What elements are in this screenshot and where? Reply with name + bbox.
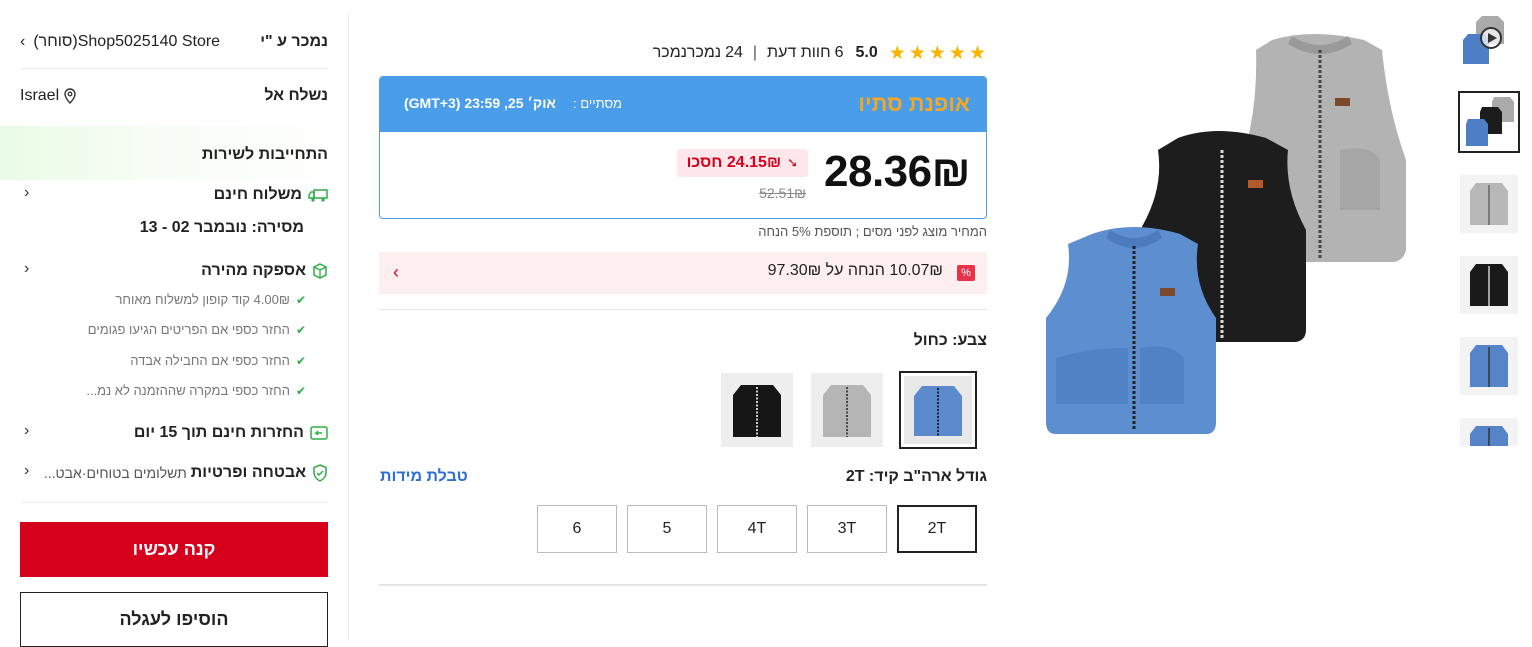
shield-icon — [312, 464, 328, 482]
ship-to-row[interactable]: נשלח אל Israel — [20, 85, 328, 107]
perk-text: החזר כספי אם החבילה אבדה — [130, 353, 290, 368]
blue-vest-swatch-icon — [904, 376, 972, 444]
fast-delivery-row[interactable]: אספקה מהירה — [201, 262, 328, 280]
location-pin-icon — [63, 88, 77, 104]
gray-vest-image — [1470, 183, 1508, 225]
current-price: 28.36₪ — [824, 147, 971, 196]
coupon-condition: הנחה על 97.30₪ — [767, 262, 885, 279]
save-amount: 24.15₪ חסכו — [686, 154, 782, 171]
add-to-cart-button[interactable]: הוסיפו לעגלה — [20, 592, 328, 647]
ship-to-label: נשלח אל — [264, 87, 328, 104]
size-option-3t[interactable]: 3T — [807, 505, 887, 553]
free-shipping-row[interactable]: משלוח חינם — [214, 186, 328, 204]
rating-separator: | — [752, 44, 758, 61]
seller-row[interactable]: נמכר ע "י Shop5025140 Store (סוחר) › — [20, 30, 328, 54]
store-tag: (סוחר) — [33, 33, 78, 50]
black-vest-image — [1470, 264, 1508, 306]
returns-label: החזרות חינם תוך 15 יום — [133, 424, 304, 441]
store-name[interactable]: Shop5025140 Store — [78, 33, 220, 51]
chevron-right-icon[interactable]: › — [24, 260, 29, 278]
security-row[interactable]: אבטחה ופרטיות תשלומים בטוחים·אבט... — [44, 464, 328, 482]
perk-item: ✔ החזר כספי במקרה שההזמנה לא נמ... — [86, 383, 306, 398]
perk-text: החזר כספי אם הפריטים הגיעו פגומים — [87, 322, 290, 337]
divider — [379, 584, 987, 586]
rating-row: ★ ★ ★ ★ ★ 5.0 6 חוות דעת | 24 נמכרנמכר — [653, 42, 986, 64]
returns-row[interactable]: החזרות חינם תוך 15 יום — [134, 424, 328, 442]
check-icon: ✔ — [295, 323, 306, 337]
chevron-right-icon[interactable]: › — [24, 462, 29, 480]
gallery-thumb-set[interactable] — [1458, 91, 1520, 153]
chevron-right-icon[interactable]: › — [24, 422, 29, 440]
divider — [379, 309, 987, 310]
blue-vest-image — [1470, 345, 1508, 387]
size-option-5[interactable]: 5 — [627, 505, 707, 553]
gallery-thumb-video[interactable] — [1460, 12, 1518, 70]
fast-delivery-label: אספקה מהירה — [201, 262, 306, 279]
coupon-amount: 10.07₪ — [889, 262, 943, 279]
divider — [20, 502, 328, 503]
check-icon: ✔ — [295, 384, 306, 398]
stars-icon: ★ ★ ★ ★ ★ — [888, 42, 986, 64]
percent-badge-icon: % — [957, 265, 975, 281]
reviews-label[interactable]: חוות דעת — [767, 44, 831, 62]
gallery-thumb-gray[interactable] — [1460, 175, 1518, 233]
sold-count: 24 — [725, 44, 743, 61]
main-product-image[interactable] — [1030, 10, 1430, 450]
color-swatch-gray[interactable] — [811, 373, 883, 447]
security-label: אבטחה ופרטיות — [190, 464, 306, 481]
flash-ends-time: אוק׳ 25, 23:59 (GMT+3) — [404, 95, 556, 111]
blue-vest-figure — [1046, 227, 1216, 434]
size-option-4t[interactable]: 4T — [717, 505, 797, 553]
ship-to-country[interactable]: Israel — [20, 87, 59, 105]
perk-item: ✔ החזר כספי אם הפריטים הגיעו פגומים — [88, 322, 306, 337]
blue-vest-image-partial — [1470, 426, 1508, 446]
vest-set-image — [1466, 97, 1514, 146]
perk-text: 4.00₪ קוד קופון למשלוח מאוחר — [115, 292, 290, 307]
perk-text: החזר כספי במקרה שההזמנה לא נמ... — [86, 383, 290, 398]
play-icon — [1480, 27, 1502, 49]
check-icon: ✔ — [295, 354, 306, 368]
black-vest-swatch-icon — [733, 385, 781, 437]
color-label: צבע: כחול — [913, 332, 987, 349]
perk-item: ✔ החזר כספי אם החבילה אבדה — [130, 353, 306, 368]
gray-vest-swatch-icon — [823, 385, 871, 437]
divider — [20, 68, 328, 69]
sold-label: נמכרנמכר — [652, 44, 722, 61]
gallery-thumb-blue[interactable] — [1460, 337, 1518, 395]
security-sub: תשלומים בטוחים·אבט... — [43, 465, 187, 481]
chevron-left-icon: ‹ — [393, 262, 399, 282]
size-label: גודל ארה"ב קיד: 2T — [845, 468, 987, 485]
tax-note: המחיר מוצג לפני מסים ; תוספת 5% הנחה — [758, 224, 987, 239]
free-shipping-label: משלוח חינם — [213, 186, 302, 203]
rating-score: 5.0 — [855, 44, 878, 61]
box-icon — [312, 263, 328, 279]
perk-item: ✔ 4.00₪ קוד קופון למשלוח מאוחר — [115, 292, 306, 307]
seller-label: נמכר ע "י — [260, 33, 328, 50]
size-guide-link[interactable]: טבלת מידות — [380, 468, 468, 486]
coupon-bar[interactable]: % 10.07₪ הנחה על 97.30₪ ‹ — [379, 252, 987, 294]
down-arrow-icon: ➘ — [787, 155, 798, 170]
return-icon — [310, 425, 328, 441]
chevron-right-icon[interactable]: › — [24, 184, 29, 202]
check-icon: ✔ — [295, 293, 306, 307]
buy-now-button[interactable]: קנה עכשיו — [20, 522, 328, 577]
original-price: 52.51₪ — [759, 185, 806, 201]
gallery-thumb-blue-2[interactable] — [1460, 418, 1518, 446]
color-swatch-black[interactable] — [721, 373, 793, 447]
coupon-text: 10.07₪ הנחה על 97.30₪ — [768, 262, 943, 280]
commitment-title: התחייבות לשירות — [201, 146, 328, 163]
size-option-6[interactable]: 6 — [537, 505, 617, 553]
sidebar-border — [348, 12, 349, 640]
chevron-right-icon: › — [20, 33, 26, 50]
flash-ends-label: מסתיים : — [573, 96, 622, 111]
save-badge: ➘ 24.15₪ חסכו — [676, 149, 808, 177]
reviews-count[interactable]: 6 — [835, 44, 844, 62]
truck-icon — [308, 188, 328, 202]
flash-sale-title: אופנת סתיו — [858, 91, 970, 116]
flash-sale-box: אופנת סתיו מסתיים : אוק׳ 25, 23:59 (GMT+… — [379, 76, 987, 219]
color-swatch-blue[interactable] — [899, 371, 977, 449]
size-option-2t[interactable]: 2T — [897, 505, 977, 553]
gallery-thumb-black[interactable] — [1460, 256, 1518, 314]
delivery-date: מסירה: נובמבר 02 - 13 — [139, 219, 304, 236]
